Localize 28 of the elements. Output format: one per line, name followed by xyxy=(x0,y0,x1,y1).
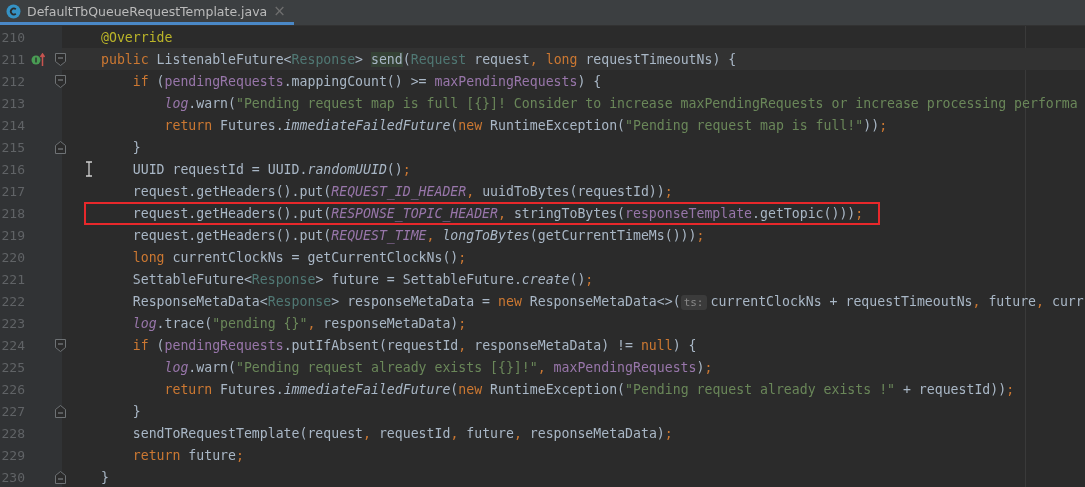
code-line: if (pendingRequests.mappingCount() >= maxPendingRequests) { xyxy=(131,73,602,89)
code-line: request.getHeaders().put(REQUEST_ID_HEADER, uuidToBytes(requestId)); xyxy=(131,183,673,199)
code-line: if (pendingRequests.putIfAbsent(requestId, responseMetaData) != null) { xyxy=(131,337,697,353)
code-line: log.warn("Pending request map is full [{}]! Consider to increase maxPendingRequests or increase processing performa xyxy=(163,95,1078,111)
code-line: @Override xyxy=(101,29,173,45)
code-line: } xyxy=(131,403,141,419)
fold-end-icon[interactable] xyxy=(54,470,66,484)
code-line: SettableFuture<Response> future = SettableFuture.create(); xyxy=(131,271,594,287)
code-line: log.warn("Pending request already exists [{}]!", maxPendingRequests); xyxy=(163,359,713,375)
code-line: request.getHeaders().put(REQUEST_TIME, longToBytes(getCurrentTimeMs())); xyxy=(131,227,705,243)
code-line: UUID requestId = UUID.randomUUID(); xyxy=(131,161,411,177)
code-line: public ListenableFuture<Response> send(Request request, long requestTimeoutNs) { xyxy=(101,51,737,67)
class-file-icon xyxy=(6,3,21,19)
code-line: log.trace("pending {}", responseMetaData); xyxy=(131,315,467,331)
fold-icon[interactable] xyxy=(54,74,66,88)
code-line: long currentClockNs = getCurrentClockNs(); xyxy=(131,249,467,265)
fold-icon[interactable] xyxy=(54,52,66,66)
fold-end-icon[interactable] xyxy=(54,404,66,418)
code-line: return future; xyxy=(131,447,244,463)
code-line: return Futures.immediateFailedFuture(new RuntimeException("Pending request already exists !" + requestId)); xyxy=(163,381,1015,397)
fold-icon[interactable] xyxy=(54,338,66,352)
implements-arrow-icon[interactable] xyxy=(31,52,46,66)
fold-end-icon[interactable] xyxy=(54,140,66,154)
code-line: } xyxy=(101,469,109,485)
code-line: return Futures.immediateFailedFuture(new RuntimeException("Pending request map is full!")); xyxy=(163,117,888,133)
code-line: ResponseMetaData<Response> responseMetaData = new ResponseMetaData<>( ts: currentClockNs + requestTimeoutNs, future, curr xyxy=(131,293,1084,309)
code-line: sendToRequestTemplate(request, requestId, future, responseMetaData); xyxy=(131,425,673,441)
code-line: } xyxy=(131,139,141,155)
